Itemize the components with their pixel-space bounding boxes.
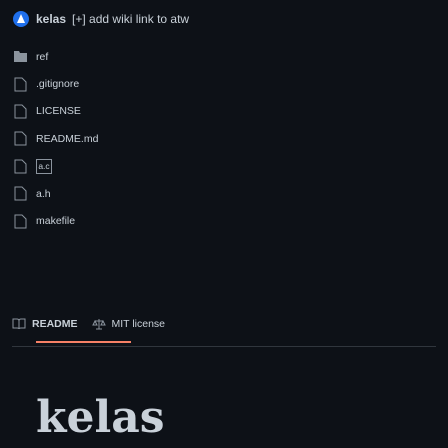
file-row-readme[interactable]: README.md — [13, 125, 213, 152]
file-icon — [14, 104, 27, 119]
file-row-license[interactable]: LICENSE — [13, 98, 213, 125]
readme-tabs: README MIT license — [12, 318, 165, 330]
repo-avatar-icon[interactable] — [12, 10, 30, 28]
latest-commit-message[interactable]: [+] add wiki link to atw — [72, 12, 189, 26]
tab-readme[interactable]: README — [12, 318, 78, 330]
law-icon — [91, 319, 106, 330]
file-name: ref — [36, 50, 49, 63]
file-name: README.md — [36, 132, 99, 145]
folder-icon — [14, 51, 27, 63]
file-row-gitignore[interactable]: .gitignore — [13, 70, 213, 97]
file-name: .gitignore — [36, 78, 80, 91]
file-list: ref .gitignore LICENSE README.md a.c a.h — [13, 43, 213, 235]
active-tab-indicator — [36, 341, 131, 343]
tab-readme-label: README — [32, 318, 78, 330]
file-row-a-c[interactable]: a.c — [13, 153, 213, 180]
file-row-ref[interactable]: ref — [13, 43, 213, 70]
tab-license-label: MIT license — [111, 318, 166, 330]
file-row-makefile[interactable]: makefile — [13, 207, 213, 234]
file-name: LICENSE — [36, 105, 81, 118]
tab-license[interactable]: MIT license — [91, 318, 166, 330]
file-name: makefile — [36, 215, 76, 228]
file-row-a-h[interactable]: a.h — [13, 180, 213, 207]
tabs-divider — [12, 346, 436, 347]
file-icon — [14, 214, 27, 229]
file-name: a.h — [36, 187, 51, 200]
file-name: a.c — [36, 158, 52, 174]
repo-header: kelas [+] add wiki link to atw — [12, 8, 189, 30]
file-icon — [14, 186, 27, 201]
file-icon — [14, 77, 27, 92]
file-icon — [14, 131, 27, 146]
readme-heading: kelas — [36, 392, 165, 443]
repo-name[interactable]: kelas — [36, 12, 66, 26]
file-icon — [14, 159, 27, 174]
book-icon — [12, 318, 26, 330]
